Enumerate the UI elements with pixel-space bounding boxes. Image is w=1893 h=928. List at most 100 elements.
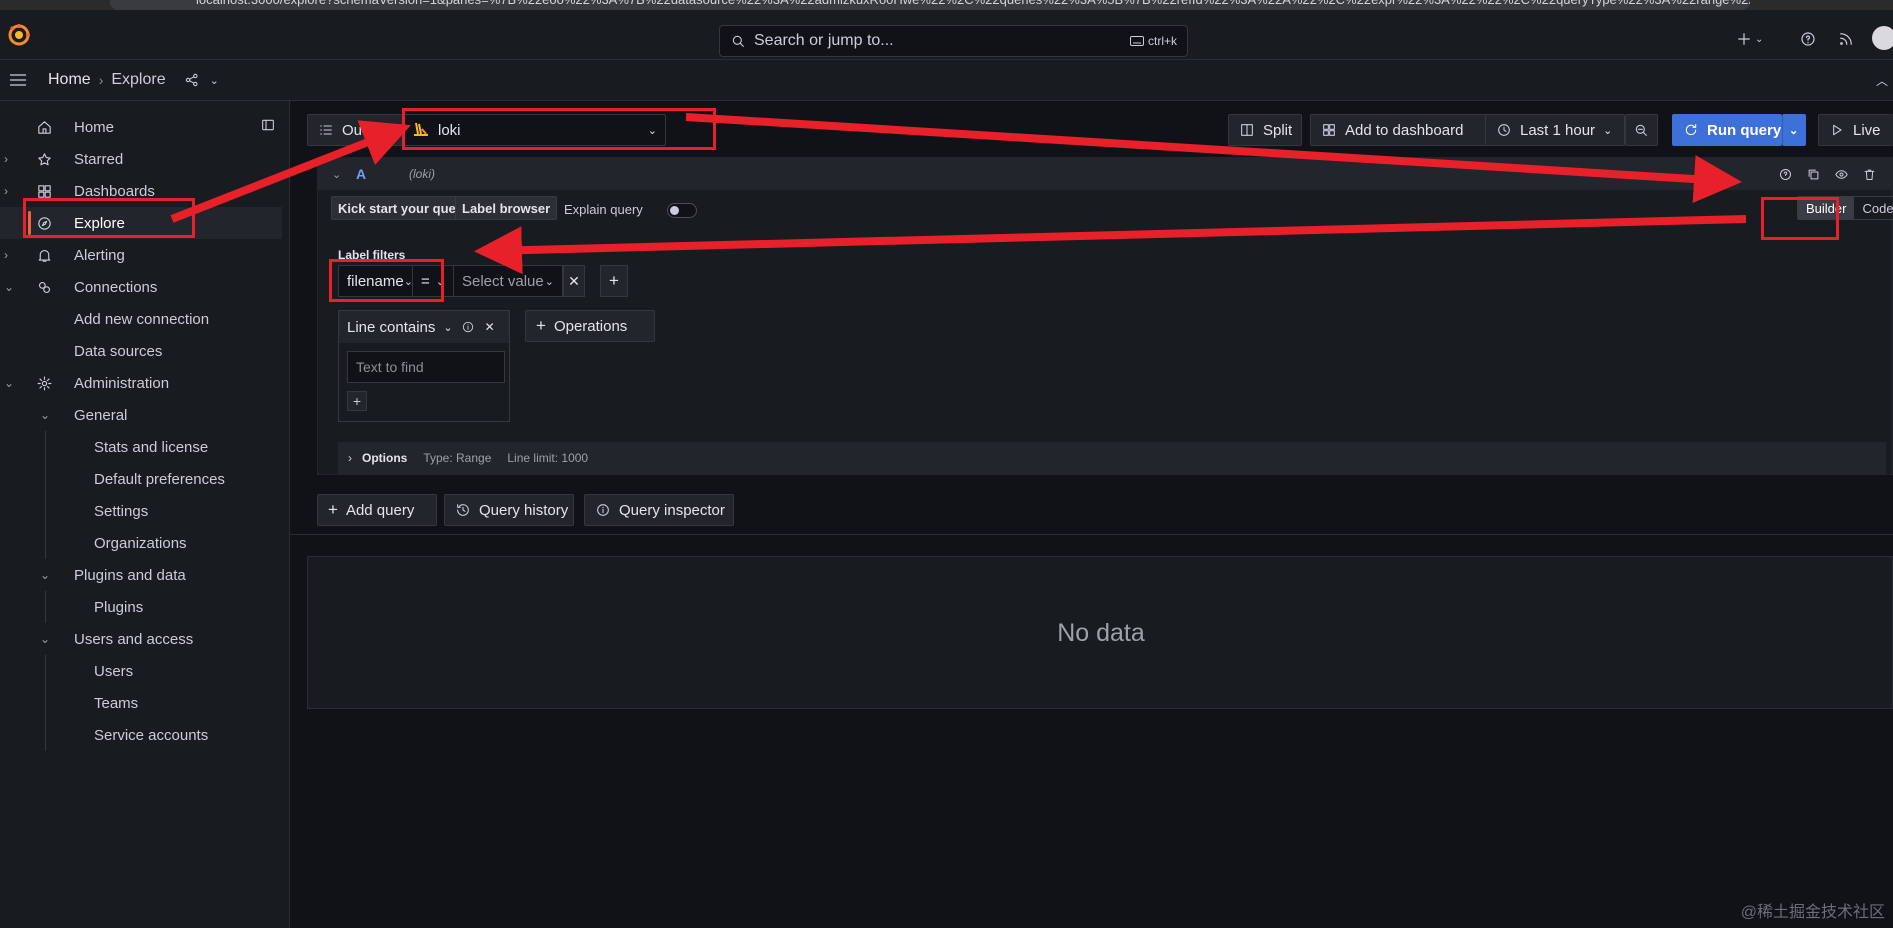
sidebar-item-add-new-connection[interactable]: Add new connection <box>0 303 282 335</box>
chevron-down-icon: ⌄ <box>435 275 445 288</box>
browser-url-bar[interactable]: localhost:3000/explore?schemaVersion=1&p… <box>110 0 1750 10</box>
chevron-down-icon[interactable]: ⌄ <box>4 376 16 390</box>
add-query-label: Add query <box>345 501 415 519</box>
close-icon[interactable]: ✕ <box>485 320 495 334</box>
options-row[interactable]: › Options Type: Range Line limit: 1000 <box>338 442 1886 474</box>
sidebar-item-label: Dashboards <box>74 182 155 200</box>
explain-query-label: Explain query <box>564 202 643 217</box>
datasource-name: loki <box>438 121 461 139</box>
chevron-down-icon[interactable]: ⌄ <box>4 280 16 294</box>
label-key-select[interactable]: filename ⌄ <box>338 265 413 297</box>
share-chevron-icon[interactable]: ⌄ <box>210 74 219 87</box>
outline-button[interactable]: Outline <box>307 114 403 146</box>
add-param-button[interactable]: + <box>347 391 367 411</box>
label-value-select[interactable]: Select value ⌄ <box>454 265 563 297</box>
label-filters-title: Label filters <box>338 248 406 262</box>
user-avatar[interactable] <box>1872 26 1893 50</box>
query-history-button[interactable]: Query history <box>444 494 574 526</box>
time-range-label: Last 1 hour <box>1520 121 1596 139</box>
chevron-right-icon: › <box>348 451 352 465</box>
sidebar-item-data-sources[interactable]: Data sources <box>0 335 282 367</box>
sidebar-item-stats-and-license[interactable]: Stats and license <box>0 431 282 463</box>
chevron-right-icon[interactable]: › <box>4 248 16 262</box>
sidebar-item-explore[interactable]: Explore <box>0 207 282 239</box>
sidebar-item-home[interactable]: Home <box>0 111 282 143</box>
operations-label: Operations <box>553 317 628 335</box>
chevron-down-icon: ⌄ <box>403 275 413 288</box>
breadcrumb-home[interactable]: Home <box>48 71 91 89</box>
chevron-down-icon: ⌄ <box>1603 124 1613 137</box>
help-button[interactable] <box>1799 30 1817 48</box>
duplicate-icon[interactable] <box>1806 167 1821 182</box>
news-button[interactable] <box>1837 30 1855 48</box>
sidebar-item-organizations[interactable]: Organizations <box>0 527 282 559</box>
sidebar-item-settings[interactable]: Settings <box>0 495 282 527</box>
time-range-picker[interactable]: Last 1 hour ⌄ <box>1485 114 1625 146</box>
star-icon <box>36 151 53 168</box>
help-icon[interactable] <box>1778 167 1793 182</box>
chevron-down-icon[interactable]: ⌄ <box>443 321 452 334</box>
operator-select[interactable]: = ⌄ <box>413 265 454 297</box>
share-icon[interactable] <box>184 72 200 88</box>
kick-start-button[interactable]: Kick start your query <box>331 196 476 220</box>
sidebar-item-service-accounts[interactable]: Service accounts <box>0 719 282 751</box>
chevron-down-icon[interactable]: ⌄ <box>40 408 52 422</box>
sidebar-item-default-preferences[interactable]: Default preferences <box>0 463 282 495</box>
operations-button[interactable]: + Operations <box>525 310 655 342</box>
sidebar-item-label: Settings <box>94 502 149 520</box>
code-mode-button[interactable]: Code <box>1854 197 1893 219</box>
sidebar-item-label: Teams <box>94 694 139 712</box>
chevron-down-icon[interactable]: ⌄ <box>40 632 52 646</box>
live-button[interactable]: Live <box>1818 114 1893 146</box>
text-to-find-input[interactable]: Text to find <box>347 351 505 383</box>
builder-mode-button[interactable]: Builder <box>1798 197 1855 219</box>
query-inspector-button[interactable]: Query inspector <box>584 494 734 526</box>
sidebar-item-teams[interactable]: Teams <box>0 687 282 719</box>
info-icon[interactable] <box>461 320 475 334</box>
new-menu-button[interactable]: ⌄ <box>1735 30 1763 48</box>
run-query-button[interactable]: Run query <box>1672 114 1782 146</box>
add-query-button[interactable]: + Add query <box>317 494 437 526</box>
sidebar-item-dashboards[interactable]: › Dashboards <box>0 175 282 207</box>
split-button[interactable]: Split <box>1228 114 1302 146</box>
sidebar-item-general[interactable]: ⌄ General <box>0 399 282 431</box>
sidebar-item-administration[interactable]: ⌄ Administration <box>0 367 282 399</box>
query-ref-id[interactable]: A <box>356 166 366 182</box>
datasource-picker[interactable]: loki ⌄ <box>403 114 666 146</box>
bell-icon <box>36 247 53 264</box>
sidebar-item-users-and-access[interactable]: ⌄ Users and access <box>0 623 282 655</box>
sidebar-item-label: Explore <box>74 214 125 232</box>
sidebar-item-users[interactable]: Users <box>0 655 282 687</box>
remove-filter-button[interactable]: ✕ <box>563 265 585 297</box>
sidebar-item-plugins[interactable]: Plugins <box>0 591 282 623</box>
explain-query-toggle[interactable] <box>667 203 697 218</box>
input-placeholder: Text to find <box>356 359 424 375</box>
collapse-icon[interactable]: ︿ <box>1876 72 1888 89</box>
zoom-out-button[interactable] <box>1625 114 1658 146</box>
chevron-right-icon[interactable]: › <box>4 152 16 166</box>
sidebar-item-plugins-and-data[interactable]: ⌄ Plugins and data <box>0 559 282 591</box>
shortcut-label: ctrl+k <box>1147 34 1177 48</box>
add-filter-button[interactable]: + <box>600 265 628 297</box>
add-to-dashboard-button[interactable]: Add to dashboard <box>1310 114 1495 146</box>
operation-title[interactable]: Line contains <box>347 319 435 336</box>
sidebar-item-label: Plugins and data <box>74 566 186 584</box>
grafana-logo-icon[interactable] <box>6 22 32 48</box>
sidebar-item-alerting[interactable]: › Alerting <box>0 239 282 271</box>
history-icon <box>455 502 471 518</box>
search-bar[interactable]: Search or jump to... ctrl+k <box>719 25 1188 57</box>
chevron-down-icon[interactable]: ⌄ <box>40 568 52 582</box>
eye-icon[interactable] <box>1834 167 1849 182</box>
trash-icon[interactable] <box>1862 167 1877 182</box>
menu-icon[interactable] <box>8 70 28 90</box>
chevron-right-icon[interactable]: › <box>4 184 16 198</box>
watermark: @稀土掘金技术社区 <box>1740 904 1885 921</box>
label-browser-button[interactable]: Label browser <box>455 196 558 220</box>
query-datasource-hint: (loki) <box>409 167 435 181</box>
run-query-dropdown[interactable]: ⌄ <box>1782 114 1806 146</box>
sidebar-item-connections[interactable]: ⌄ Connections <box>0 271 282 303</box>
breadcrumb-explore[interactable]: Explore <box>111 71 165 89</box>
collapse-query-icon[interactable]: ⌄ <box>332 168 341 181</box>
plus-icon: + <box>536 316 546 335</box>
sidebar-item-starred[interactable]: › Starred <box>0 143 282 175</box>
